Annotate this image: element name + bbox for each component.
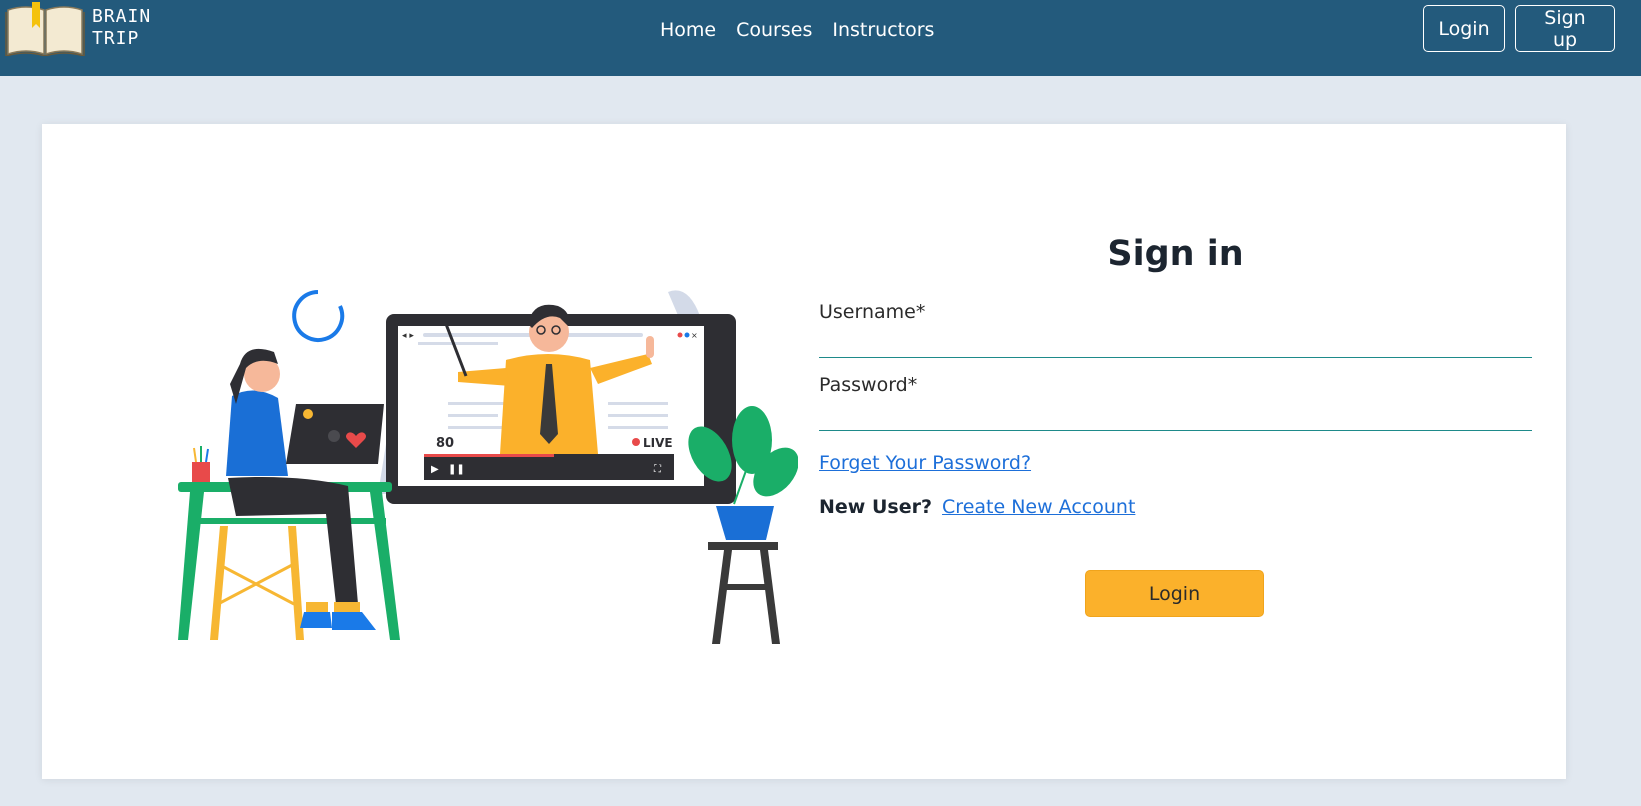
viewer-count: 80 — [436, 436, 454, 451]
login-submit-button[interactable]: Login — [1085, 570, 1264, 617]
nav-login-button[interactable]: Login — [1423, 5, 1505, 52]
password-label: Password* — [819, 374, 918, 396]
username-input[interactable] — [819, 328, 1532, 358]
signin-card: ◂ ▸ × ▶ ❚❚ ⛶ 80 LIVE Sign in Username* P… — [42, 124, 1566, 779]
brand-name: BRAIN TRIP — [92, 6, 162, 50]
loading-ring-icon — [292, 290, 345, 342]
nav-signup-button[interactable]: Sign up — [1515, 5, 1615, 52]
navbar: BRAIN TRIP Home Courses Instructors Logi… — [0, 0, 1641, 76]
svg-text:◂ ▸: ◂ ▸ — [402, 331, 414, 341]
brand-line-2: TRIP — [92, 28, 140, 49]
new-user-label: New User? — [819, 496, 932, 518]
password-input[interactable] — [819, 401, 1532, 431]
forgot-password-link[interactable]: Forget Your Password? — [819, 452, 1031, 474]
fullscreen-icon: ⛶ — [653, 464, 662, 475]
open-book-logo-icon — [5, 2, 85, 56]
brand-line-1: BRAIN — [92, 6, 152, 27]
nav-link-courses[interactable]: Courses — [736, 17, 812, 43]
play-icon: ▶ — [431, 464, 439, 475]
nav-link-instructors[interactable]: Instructors — [832, 17, 934, 43]
nav-link-home[interactable]: Home — [660, 17, 716, 43]
live-label: LIVE — [643, 436, 673, 450]
nav-links: Home Courses Instructors — [660, 17, 934, 43]
brand[interactable]: BRAIN TRIP — [4, 2, 162, 56]
svg-text:×: × — [691, 331, 698, 340]
create-account-link[interactable]: Create New Account — [942, 496, 1135, 518]
username-label: Username* — [819, 301, 926, 323]
online-learning-illustration: ◂ ▸ × ▶ ❚❚ ⛶ 80 LIVE — [178, 290, 798, 644]
signin-title: Sign in — [1107, 234, 1244, 274]
pause-icon: ❚❚ — [448, 464, 465, 475]
new-user-row: New User? Create New Account — [819, 496, 1135, 518]
